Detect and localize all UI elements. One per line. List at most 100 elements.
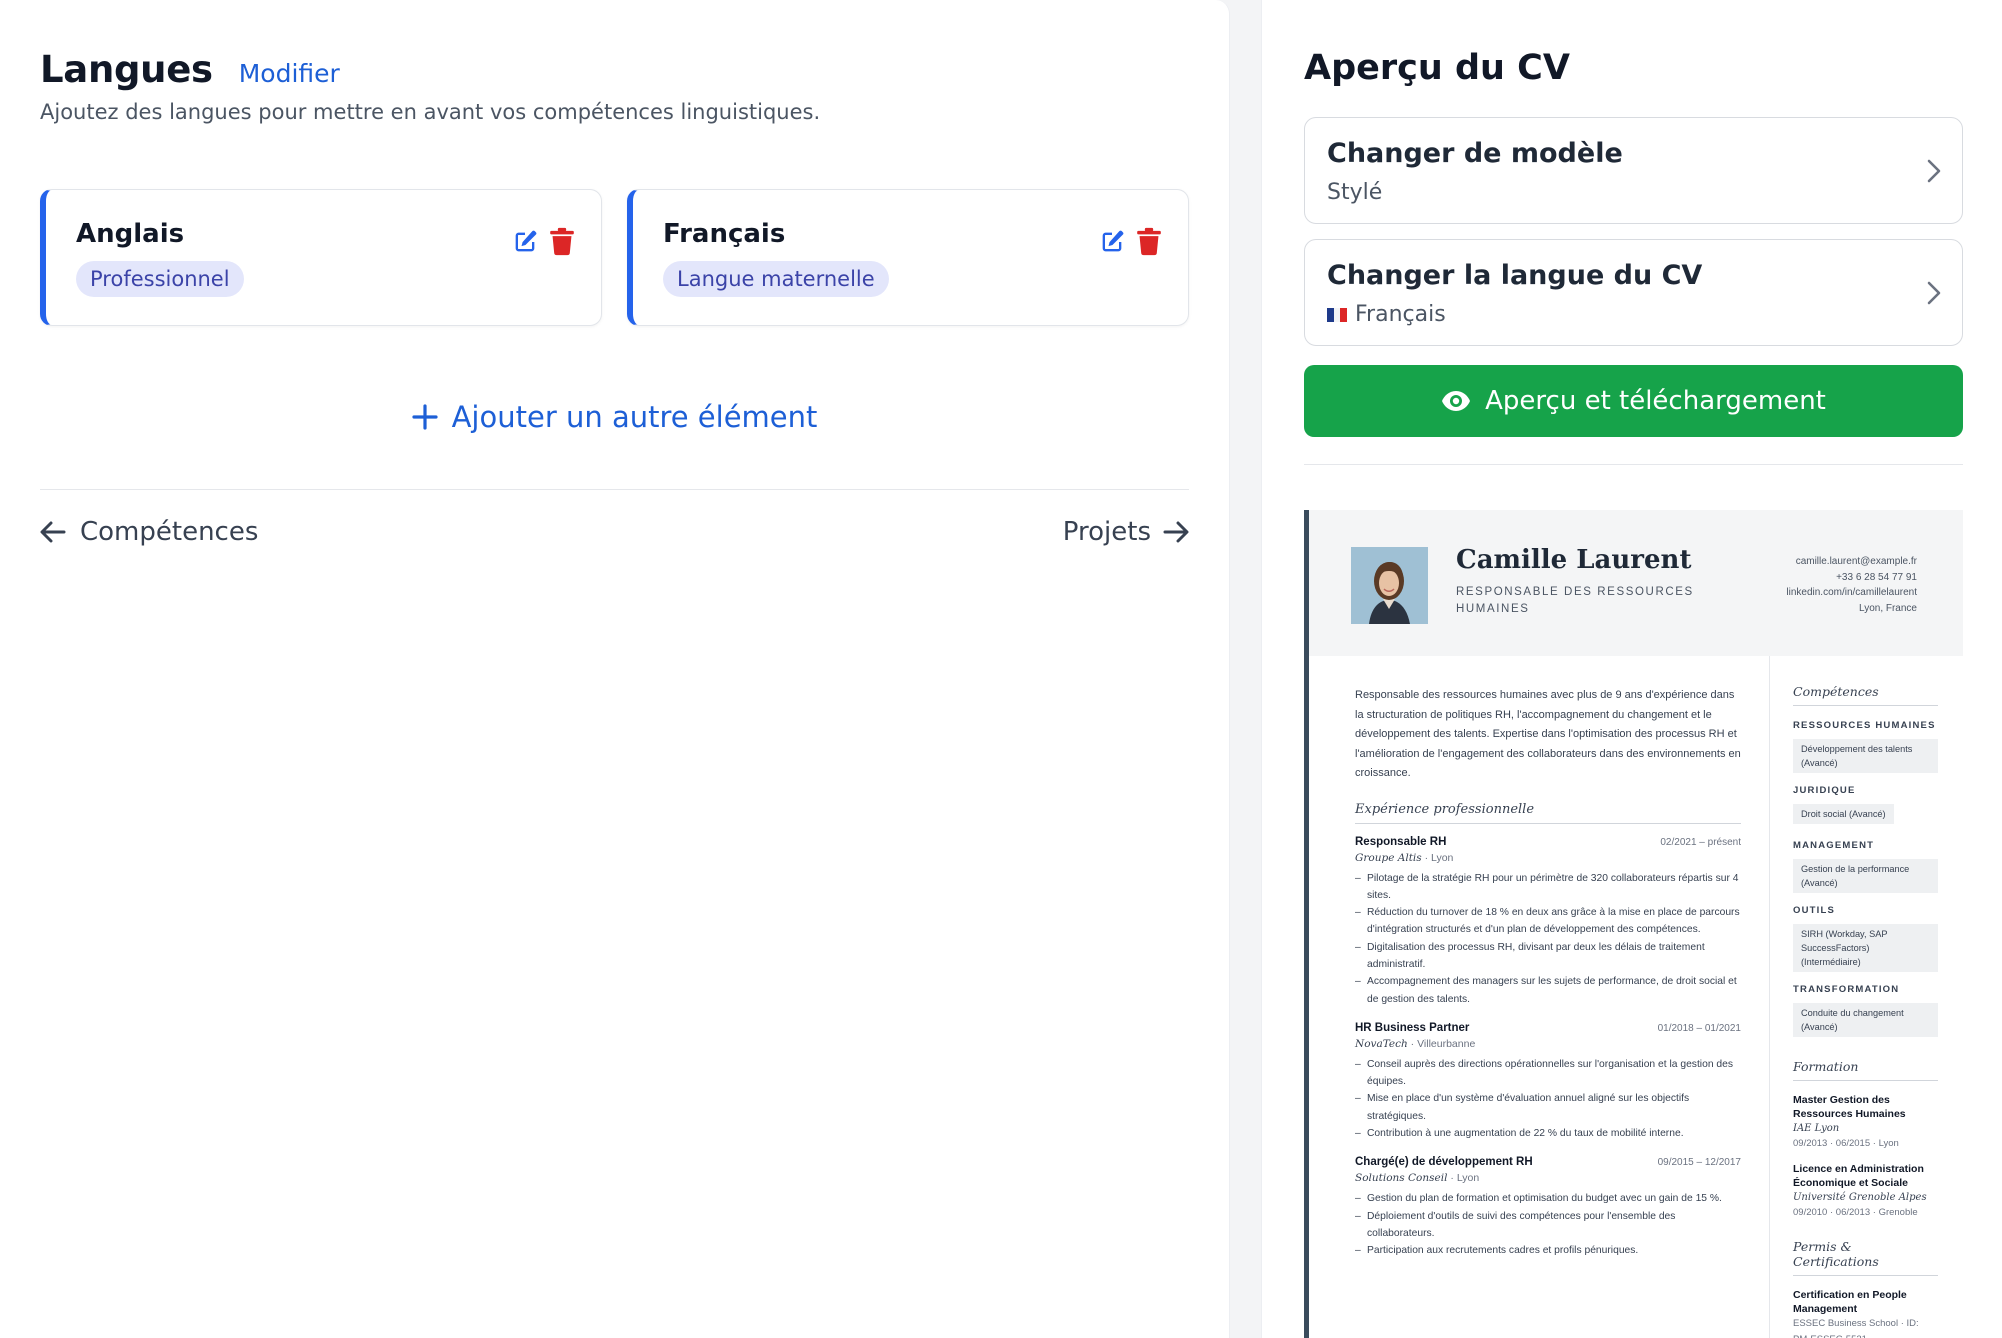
section-header: Langues Modifier — [40, 48, 340, 91]
cv-contact: camille.laurent@example.fr +33 6 28 54 7… — [1786, 554, 1917, 616]
cv-bullet: Conseil auprès des directions opérationn… — [1355, 1056, 1741, 1091]
cv-degree: Licence en Administration Économique et … — [1793, 1163, 1924, 1189]
cv-job-dates: 09/2015 – 12/2017 — [1657, 1157, 1741, 1169]
profile-photo — [1351, 547, 1428, 624]
cv-summary: Responsable des ressources humaines avec… — [1355, 689, 1741, 779]
previous-step-label: Compétences — [80, 517, 259, 547]
edit-icon[interactable] — [511, 228, 539, 256]
arrow-right-icon — [1163, 521, 1189, 543]
cv-job-dates: 01/2018 – 01/2021 — [1657, 1022, 1741, 1034]
cv-bullet: Digitalisation des processus RH, divisan… — [1355, 939, 1741, 974]
cv-skill: Droit social (Avancé) — [1793, 804, 1894, 824]
cv-job-company: NovaTech — [1355, 1037, 1408, 1050]
section-title: Langues — [40, 48, 213, 91]
change-template-label: Changer de modèle — [1327, 138, 1623, 169]
cv-bullet: Gestion du plan de formation et optimisa… — [1355, 1190, 1741, 1208]
trash-icon[interactable] — [1136, 227, 1162, 256]
cv-job: Chargé(e) de développement RH 09/2015 – 1… — [1355, 1156, 1741, 1259]
cv-column-divider — [1769, 656, 1770, 1338]
edit-icon[interactable] — [1098, 228, 1126, 256]
cv-linkedin: linkedin.com/in/camillelaurent — [1786, 587, 1917, 598]
cv-job-role: Chargé(e) de développement RH — [1355, 1156, 1533, 1169]
language-name: Français — [663, 219, 786, 249]
cv-section-title: Permis & Certifications — [1793, 1239, 1938, 1276]
cv-section-title: Expérience professionnelle — [1355, 802, 1741, 824]
cv-name: Camille Laurent — [1456, 545, 1692, 575]
previous-step-button[interactable]: Compétences — [40, 517, 258, 547]
cv-bullet: Déploiement d'outils de suivi des compét… — [1355, 1208, 1741, 1243]
next-step-button[interactable]: Projets — [1063, 517, 1189, 547]
edit-section-link[interactable]: Modifier — [239, 59, 340, 88]
current-template: Stylé — [1327, 180, 1383, 205]
cv-document[interactable]: Camille Laurent RESPONSABLE DES RESSOURC… — [1304, 510, 1963, 1338]
cv-header: Camille Laurent RESPONSABLE DES RESSOURC… — [1309, 510, 1963, 656]
change-language-label: Changer la langue du CV — [1327, 260, 1703, 291]
cv-skill: Gestion de la performance (Avancé) — [1793, 859, 1938, 893]
cv-job: Responsable RH 02/2021 – présent Groupe A… — [1355, 836, 1741, 1008]
cv-skill-group: RESSOURCES HUMAINES — [1793, 720, 1936, 731]
change-language-card[interactable]: Changer la langue du CV Français — [1304, 239, 1963, 346]
cv-section-title: Formation — [1793, 1059, 1938, 1081]
cv-skill: Développement des talents (Avancé) — [1793, 739, 1938, 773]
current-language: Français — [1327, 302, 1446, 327]
eye-icon — [1442, 391, 1471, 411]
france-flag-icon — [1327, 307, 1348, 322]
change-template-card[interactable]: Changer de modèle Stylé — [1304, 117, 1963, 224]
cv-job-location: Villeurbanne — [1417, 1037, 1476, 1050]
cv-job-company: Groupe Altis — [1355, 851, 1422, 864]
cv-main-column: Responsable des ressources humaines avec… — [1355, 686, 1741, 1274]
arrow-left-icon — [40, 521, 66, 543]
language-name: Anglais — [76, 219, 185, 249]
cv-side-column: Compétences RESSOURCES HUMAINES Développ… — [1793, 684, 1938, 1338]
cv-job-location: Lyon — [1431, 851, 1454, 864]
cv-skill: SIRH (Workday, SAP SuccessFactors) (Inte… — [1793, 924, 1938, 972]
cv-location: Lyon, France — [1859, 602, 1917, 614]
cv-job-title: RESPONSABLE DES RESSOURCES HUMAINES — [1456, 586, 1694, 615]
preview-download-button[interactable]: Aperçu et téléchargement — [1304, 365, 1963, 437]
language-level-badge: Professionnel — [76, 261, 244, 297]
cv-education-dates: 09/2010 · 06/2013 · Grenoble — [1793, 1207, 1918, 1218]
cv-email: camille.laurent@example.fr — [1795, 556, 1917, 567]
language-level-badge: Langue maternelle — [663, 261, 889, 297]
cv-bullet: Mise en place d'un système d'évaluation … — [1355, 1090, 1741, 1125]
chevron-right-icon — [1927, 159, 1941, 183]
preview-title: Aperçu du CV — [1304, 48, 1570, 88]
cv-skill-group: MANAGEMENT — [1793, 840, 1875, 851]
cv-bullet: Contribution à une augmentation de 22 % … — [1355, 1125, 1741, 1143]
cv-phone: +33 6 28 54 77 91 — [1836, 571, 1917, 583]
cv-certification: Certification en People Management — [1793, 1289, 1907, 1315]
cv-skill-group: OUTILS — [1793, 905, 1836, 916]
language-card[interactable]: Anglais Professionnel — [40, 189, 602, 326]
cv-school: IAE Lyon — [1793, 1123, 1840, 1134]
cv-skill-group: TRANSFORMATION — [1793, 984, 1900, 995]
cv-job-location: Lyon — [1456, 1172, 1480, 1185]
plus-icon — [411, 404, 438, 430]
cv-job-dates: 02/2021 – présent — [1660, 836, 1741, 848]
cv-skill-group: JURIDIQUE — [1793, 785, 1856, 796]
cv-bullet: Participation aux recrutements cadres et… — [1355, 1242, 1741, 1260]
language-card[interactable]: Français Langue maternelle — [627, 189, 1189, 326]
cv-school: Université Grenoble Alpes — [1793, 1192, 1927, 1203]
cv-bullet: Pilotage de la stratégie RH pour un péri… — [1355, 870, 1741, 905]
divider — [1304, 464, 1963, 465]
cv-education-dates: 09/2013 · 06/2015 · Lyon — [1793, 1138, 1899, 1149]
cv-degree: Master Gestion des Ressources Humaines — [1793, 1094, 1906, 1120]
cv-job: HR Business Partner 01/2018 – 01/2021 Nov… — [1355, 1022, 1741, 1143]
section-description: Ajoutez des langues pour mettre en avant… — [40, 100, 821, 124]
editor-panel: Langues Modifier Ajoutez des langues pou… — [0, 0, 1230, 1338]
trash-icon[interactable] — [549, 227, 575, 256]
cv-skill: Conduite du changement (Avancé) — [1793, 1003, 1938, 1037]
chevron-right-icon — [1927, 281, 1941, 305]
cv-certification-issuer: ESSEC Business School · ID: PM-ESSEC-552… — [1793, 1318, 1919, 1338]
next-step-label: Projets — [1062, 517, 1151, 547]
cv-job-role: Responsable RH — [1355, 835, 1447, 848]
cv-section-title: Compétences — [1793, 684, 1938, 706]
cv-bullet: Réduction du turnover de 18 % en deux an… — [1355, 904, 1741, 939]
add-item-button[interactable]: Ajouter un autre élément — [40, 400, 1189, 434]
current-language-label: Français — [1355, 302, 1446, 327]
preview-panel: Aperçu du CV Changer de modèle Stylé Cha… — [1261, 0, 2002, 1338]
cv-job-company: Solutions Conseil — [1355, 1172, 1448, 1185]
divider — [40, 489, 1189, 490]
cv-bullet: Accompagnement des managers sur les suje… — [1355, 973, 1741, 1008]
preview-download-label: Aperçu et téléchargement — [1485, 386, 1826, 416]
